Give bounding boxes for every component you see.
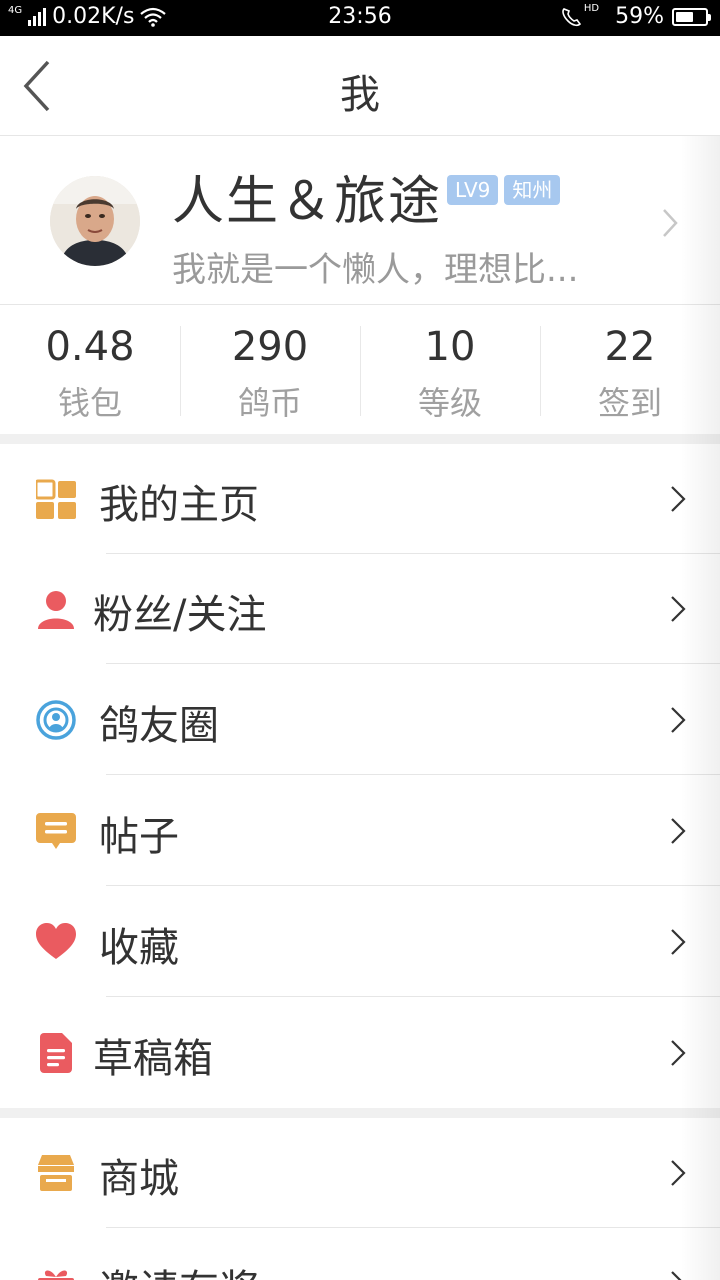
profile-signature: 我就是一个懒人，理想比... bbox=[172, 250, 579, 290]
profile-card[interactable]: 人生＆旅途 LV9 知州 我就是一个懒人，理想比... bbox=[0, 137, 720, 305]
status-bar: 4G 0.02K/s 23:56 HD 59% bbox=[0, 0, 720, 36]
row-divider bbox=[106, 996, 720, 997]
chevron-right-icon bbox=[671, 1160, 686, 1186]
stat-level[interactable]: 10 等级 bbox=[360, 306, 540, 434]
avatar-photo bbox=[50, 176, 140, 266]
chevron-right-icon bbox=[671, 929, 686, 955]
menu-item-favorites[interactable]: 收藏 bbox=[0, 887, 720, 997]
stat-wallet[interactable]: 0.48 钱包 bbox=[0, 306, 180, 434]
menu-label: 我的主页 bbox=[99, 482, 259, 528]
hd-label: HD bbox=[583, 3, 600, 14]
row-divider bbox=[106, 774, 720, 775]
level-badge: LV9 bbox=[447, 175, 499, 205]
menu-item-shop[interactable]: 商城 bbox=[0, 1118, 720, 1228]
row-divider bbox=[106, 885, 720, 886]
menu-label: 商城 bbox=[99, 1156, 179, 1202]
stat-label: 等级 bbox=[417, 384, 482, 422]
stat-label: 钱包 bbox=[57, 384, 122, 422]
section-divider bbox=[0, 1108, 720, 1118]
row-divider bbox=[106, 663, 720, 664]
stat-value: 22 bbox=[604, 324, 656, 370]
chevron-right-icon bbox=[671, 818, 686, 844]
menu-item-circle[interactable]: 鸽友圈 bbox=[0, 665, 720, 775]
header-bar: 我 bbox=[0, 36, 720, 136]
gift-icon bbox=[38, 1270, 74, 1280]
menu-item-fans-follow[interactable]: 粉丝/关注 bbox=[0, 554, 720, 664]
chevron-right-icon bbox=[671, 596, 686, 622]
menu-label: 粉丝/关注 bbox=[93, 592, 267, 638]
menu-item-drafts[interactable]: 草稿箱 bbox=[0, 998, 720, 1108]
document-icon bbox=[40, 1033, 72, 1073]
status-right: HD 59% bbox=[560, 3, 711, 29]
phone-hd-icon bbox=[562, 7, 581, 26]
menu-label: 邀请有奖 bbox=[99, 1257, 259, 1280]
chevron-right-icon bbox=[663, 209, 678, 237]
page-title: 我 bbox=[340, 72, 380, 118]
row-divider bbox=[106, 1227, 720, 1228]
battery-icon bbox=[672, 7, 711, 26]
menu-item-posts[interactable]: 帖子 bbox=[0, 776, 720, 886]
profile-badges: LV9 知州 bbox=[447, 175, 561, 205]
menu-item-homepage[interactable]: 我的主页 bbox=[0, 444, 720, 554]
menu-label: 鸽友圈 bbox=[99, 703, 219, 749]
stat-label: 鸽币 bbox=[237, 384, 302, 422]
stat-value: 290 bbox=[231, 324, 309, 370]
stat-value: 0.48 bbox=[45, 324, 135, 370]
chevron-right-icon bbox=[671, 1271, 682, 1280]
chevron-right-icon bbox=[671, 1040, 686, 1066]
section-divider bbox=[0, 434, 720, 444]
message-icon bbox=[36, 813, 76, 849]
menu-label: 草稿箱 bbox=[93, 1036, 213, 1082]
stat-coins[interactable]: 290 鸽币 bbox=[180, 306, 360, 434]
chevron-right-icon bbox=[671, 486, 686, 512]
avatar[interactable] bbox=[50, 176, 140, 266]
chevron-right-icon bbox=[671, 707, 686, 733]
stat-checkin[interactable]: 22 签到 bbox=[540, 306, 720, 434]
stats-bar: 0.48 钱包 290 鸽币 10 等级 22 签到 bbox=[0, 306, 720, 434]
stat-label: 签到 bbox=[597, 384, 662, 422]
broadcast-icon bbox=[36, 700, 76, 740]
grid-icon bbox=[36, 479, 76, 519]
person-icon bbox=[38, 591, 74, 629]
stat-value: 10 bbox=[424, 324, 476, 370]
profile-name: 人生＆旅途 bbox=[172, 172, 443, 232]
menu-item-invite[interactable]: 邀请有奖 bbox=[0, 1229, 720, 1280]
title-badge: 知州 bbox=[504, 175, 561, 205]
menu-label: 帖子 bbox=[99, 814, 179, 860]
heart-icon bbox=[36, 923, 76, 959]
menu-label: 收藏 bbox=[99, 925, 179, 971]
shop-icon bbox=[38, 1155, 74, 1191]
battery-percent: 59% bbox=[615, 4, 664, 29]
